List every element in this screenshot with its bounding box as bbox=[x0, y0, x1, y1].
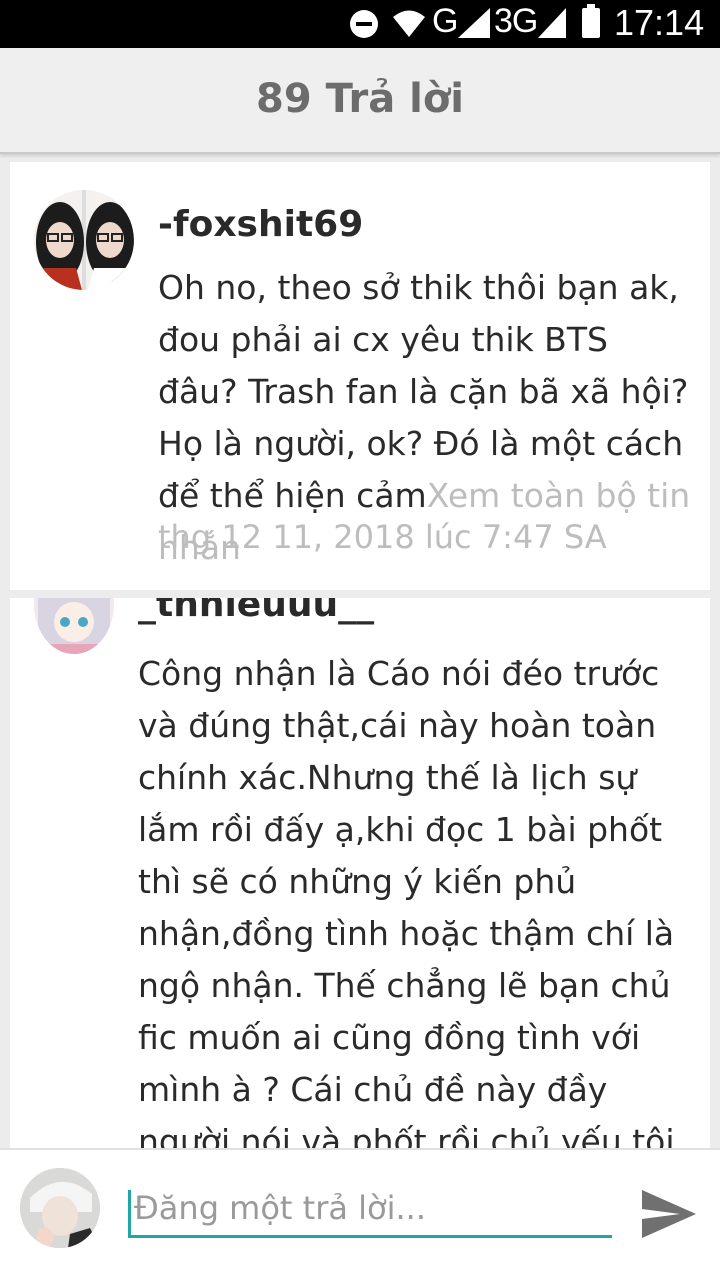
status-bar: G 3G 17:14 bbox=[0, 0, 720, 48]
comment-message: Công nhận là Cáo nói đéo trước và đúng t… bbox=[138, 654, 675, 1148]
status-time: 17:14 bbox=[614, 2, 705, 43]
avatar-image bbox=[20, 1168, 100, 1248]
signal-icon bbox=[538, 8, 566, 38]
wifi-icon bbox=[393, 10, 425, 37]
comment-card[interactable]: -foxshit69 Oh no, theo sở thik thôi bạn … bbox=[10, 162, 710, 590]
avatar bbox=[20, 1168, 100, 1248]
avatar-image bbox=[34, 598, 114, 654]
network-type-3g: 3G bbox=[494, 2, 538, 40]
battery-icon bbox=[582, 4, 600, 38]
comment-card[interactable]: _thhieuuu__ Công nhận là Cáo nói đéo trư… bbox=[10, 598, 710, 1148]
text-caret bbox=[128, 1190, 131, 1236]
avatar-image bbox=[34, 190, 134, 290]
avatar[interactable] bbox=[34, 598, 114, 654]
page-title: 89 Trả lời bbox=[255, 76, 465, 122]
network-type-g: G bbox=[432, 2, 459, 40]
signal-icon bbox=[458, 8, 490, 38]
avatar[interactable] bbox=[34, 190, 134, 290]
header: 89 Trả lời bbox=[0, 48, 720, 154]
reply-bar bbox=[0, 1148, 720, 1280]
send-icon[interactable] bbox=[640, 1188, 698, 1240]
comment-username[interactable]: _thhieuuu__ bbox=[138, 598, 374, 625]
reply-input[interactable] bbox=[128, 1180, 612, 1238]
comment-timestamp: thg 12 11, 2018 lúc 7:47 SA bbox=[158, 518, 607, 556]
do-not-disturb-icon bbox=[350, 10, 378, 38]
comment-username[interactable]: -foxshit69 bbox=[158, 204, 363, 245]
